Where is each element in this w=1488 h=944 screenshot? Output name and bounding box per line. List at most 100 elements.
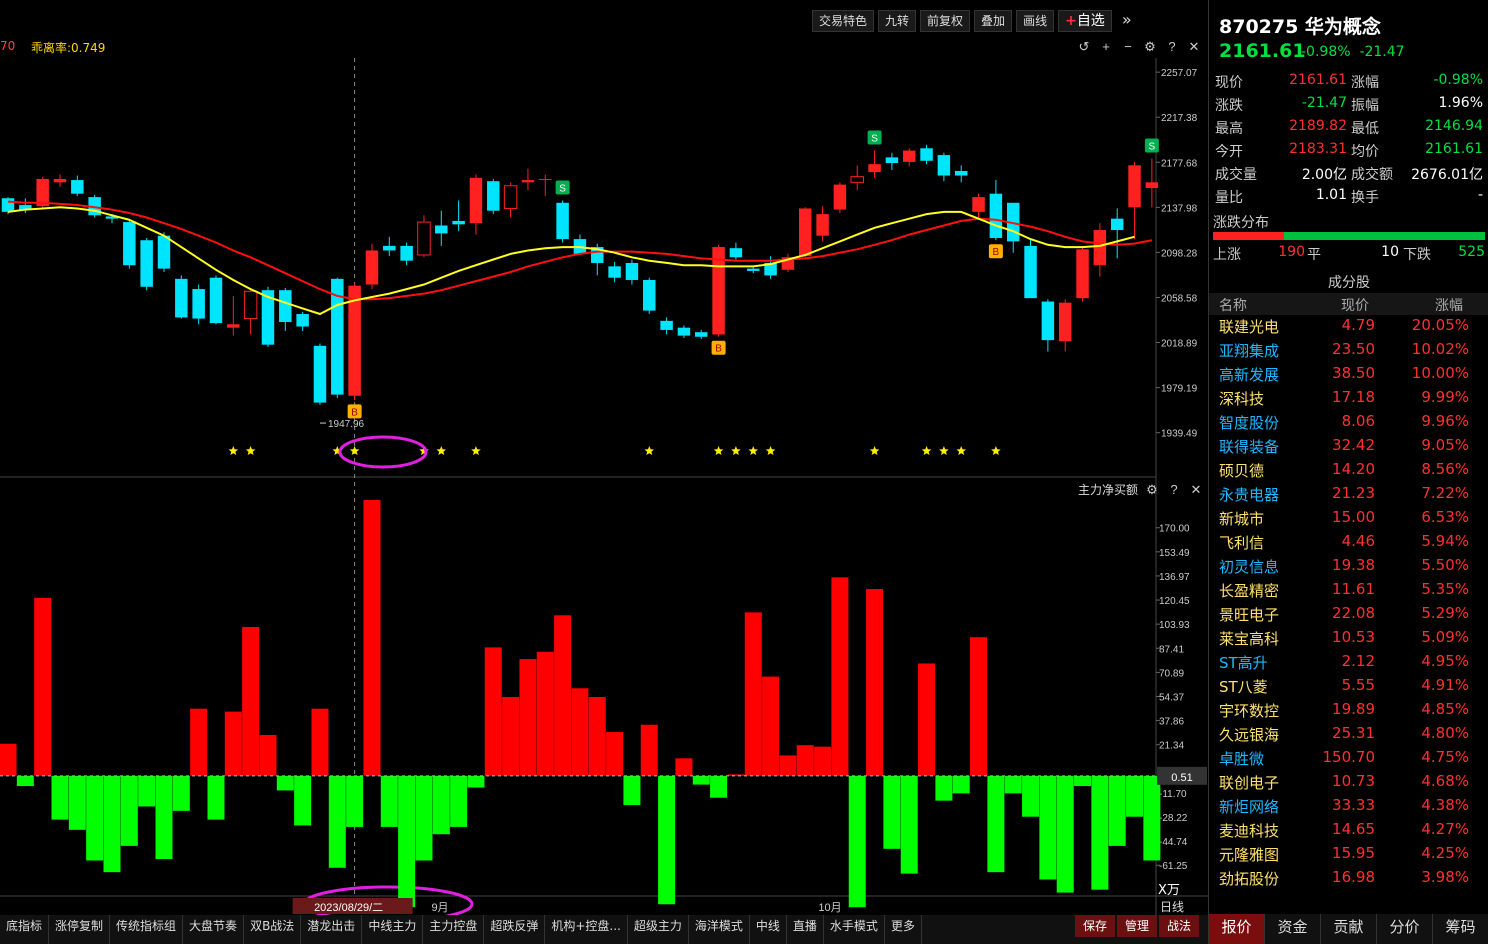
indicator-tab[interactable]: 海洋模式 xyxy=(689,915,750,944)
component-row[interactable]: 联得装备 32.42 9.05% xyxy=(1209,436,1488,460)
indicator-tab[interactable]: 超级主力 xyxy=(628,915,689,944)
indicator-tab[interactable]: 水手模式 xyxy=(824,915,885,944)
component-row[interactable]: 高新发展 38.50 10.00% xyxy=(1209,364,1488,388)
candle-body xyxy=(954,170,968,176)
indicator-tab[interactable]: 机构+控盘... xyxy=(545,915,628,944)
component-name: 新城市 xyxy=(1219,510,1265,528)
quote-label: 涨幅 xyxy=(1351,75,1379,91)
component-row[interactable]: 亚翔集成 23.50 10.02% xyxy=(1209,340,1488,364)
flat-label: 平 xyxy=(1307,247,1321,263)
indicator-tab[interactable]: 中线 xyxy=(750,915,787,944)
panel-tab[interactable]: 分价 xyxy=(1377,914,1433,944)
star-marker-icon xyxy=(436,446,446,455)
candle-body xyxy=(902,150,916,162)
indicator-tab[interactable]: 超跌反弹 xyxy=(484,915,546,944)
component-row[interactable]: 元隆雅图 15.95 4.25% xyxy=(1209,844,1488,868)
indicator-tab[interactable]: 传统指标组 xyxy=(110,915,184,944)
component-row[interactable]: 初灵信息 19.38 5.50% xyxy=(1209,556,1488,580)
component-row[interactable]: 新城市 15.00 6.53% xyxy=(1209,508,1488,532)
star-marker-icon xyxy=(228,446,239,455)
component-name: ST高升 xyxy=(1219,654,1268,672)
component-row[interactable]: 景旺电子 22.08 5.29% xyxy=(1209,604,1488,628)
component-row[interactable]: 宇环数控 19.89 4.85% xyxy=(1209,700,1488,724)
indicator-tab[interactable]: 直播 xyxy=(787,915,824,944)
star-marker-icon xyxy=(731,446,741,455)
indicator-tab[interactable]: 大盘节奏 xyxy=(183,915,245,944)
candle-body xyxy=(625,262,639,280)
component-row[interactable]: 麦迪科技 14.65 4.27% xyxy=(1209,820,1488,844)
indicator-tab[interactable]: 涨停复制 xyxy=(49,915,111,944)
more-chevron-icon[interactable]: » xyxy=(1116,10,1138,30)
component-row[interactable]: 永贵电器 21.23 7.22% xyxy=(1209,484,1488,508)
netbuy-bar xyxy=(987,775,1005,873)
netbuy-bar xyxy=(536,651,554,776)
component-row[interactable]: 硕贝德 14.20 8.56% xyxy=(1209,460,1488,484)
star-marker-icon xyxy=(245,446,256,455)
quote-value: - xyxy=(1477,187,1483,203)
chart-canvas[interactable]: 2257.07 2217.38 2177.68 2137.98 2098.28 2058.… xyxy=(0,0,1208,944)
netbuy-bar xyxy=(571,688,589,776)
price-tick-label: 2018.89 xyxy=(1161,339,1198,350)
toolbar-item-adjust[interactable]: 前复权 xyxy=(920,10,971,32)
indicator-tab[interactable]: 底指标 xyxy=(0,915,50,944)
component-row[interactable]: 联建光电 4.79 20.05% xyxy=(1209,316,1488,340)
netbuy-bar xyxy=(762,676,780,776)
component-row[interactable]: 新炬网络 33.33 4.38% xyxy=(1209,796,1488,820)
indicator-tab[interactable]: 主力控盘 xyxy=(423,915,485,944)
col-price[interactable]: 现价 xyxy=(1341,295,1369,315)
netbuy-bar xyxy=(866,589,884,776)
toolbar-item-overlay[interactable]: 叠加 xyxy=(974,10,1013,32)
col-change[interactable]: 涨幅 xyxy=(1435,295,1463,315)
indicator-tab[interactable]: 双B战法 xyxy=(244,915,302,944)
netbuy-tick-label: 87.41 xyxy=(1159,644,1184,655)
index-price: 2161.61 xyxy=(1219,40,1306,62)
component-name: 卓胜微 xyxy=(1219,750,1265,768)
toolbar-item-nine-turn[interactable]: 九转 xyxy=(878,10,917,32)
panel-tab[interactable]: 资金 xyxy=(1265,914,1321,944)
component-price: 14.20 xyxy=(1332,460,1375,478)
indicator-tab[interactable]: 中线主力 xyxy=(362,915,424,944)
candle-body xyxy=(365,250,379,285)
component-row[interactable]: 智度股份 8.06 9.96% xyxy=(1209,412,1488,436)
component-row[interactable]: 飞利信 4.46 5.94% xyxy=(1209,532,1488,556)
add-favorite-label: 自选 xyxy=(1076,13,1105,29)
component-row[interactable]: ST八菱 5.55 4.91% xyxy=(1209,676,1488,700)
netbuy-bar xyxy=(796,745,814,776)
quote-value: 2.00亿 xyxy=(1301,167,1347,183)
component-row[interactable]: 联创电子 10.73 4.68% xyxy=(1209,772,1488,796)
star-marker-icon xyxy=(748,446,758,455)
component-row[interactable]: ST高升 2.12 4.95% xyxy=(1209,652,1488,676)
indicator-tab[interactable]: 更多 xyxy=(885,915,922,944)
panel-tab[interactable]: 贡献 xyxy=(1321,914,1377,944)
chart-area[interactable]: 2257.07 2217.38 2177.68 2137.98 2098.28 2058.… xyxy=(0,0,1208,944)
component-row[interactable]: 莱宝高科 10.53 5.09% xyxy=(1209,628,1488,652)
star-marker-icon xyxy=(956,446,966,455)
component-row[interactable]: 久远银海 25.31 4.80% xyxy=(1209,724,1488,748)
netbuy-bar xyxy=(1091,775,1109,890)
action-button[interactable]: 战法 xyxy=(1159,915,1200,937)
panel-control-icon: ⚙ xyxy=(1146,482,1158,497)
component-row[interactable]: 长盈精密 11.61 5.35% xyxy=(1209,580,1488,604)
col-name[interactable]: 名称 xyxy=(1219,295,1247,315)
netbuy-bar xyxy=(0,743,17,776)
price-tick-label: 1939.49 xyxy=(1161,429,1198,440)
star-marker-icon xyxy=(921,446,932,455)
down-label: 下跌 xyxy=(1403,247,1431,263)
action-button[interactable]: 保存 xyxy=(1075,915,1116,937)
panel-tab[interactable]: 筹码 xyxy=(1433,914,1488,944)
index-change: -0.98% -21.47 xyxy=(1301,44,1405,60)
indicator-tab[interactable]: 潜龙出击 xyxy=(301,915,363,944)
period-label[interactable]: 日线 xyxy=(1160,898,1184,915)
component-row[interactable]: 深科技 17.18 9.99% xyxy=(1209,388,1488,412)
quote-value: 2189.82 xyxy=(1289,118,1347,134)
toolbar-item-trade-feature[interactable]: 交易特色 xyxy=(812,10,875,32)
candle-body xyxy=(539,178,552,180)
toolbar-item-draw[interactable]: 画线 xyxy=(1016,10,1055,32)
component-row[interactable]: 劲拓股份 16.98 3.98% xyxy=(1209,868,1488,892)
candle-body xyxy=(833,184,847,210)
panel-tab[interactable]: 报价 xyxy=(1209,914,1265,944)
add-favorite-button[interactable]: +自选 xyxy=(1058,10,1112,32)
action-button[interactable]: 管理 xyxy=(1117,915,1158,937)
candle-body xyxy=(1110,218,1124,231)
component-row[interactable]: 卓胜微 150.70 4.75% xyxy=(1209,748,1488,772)
